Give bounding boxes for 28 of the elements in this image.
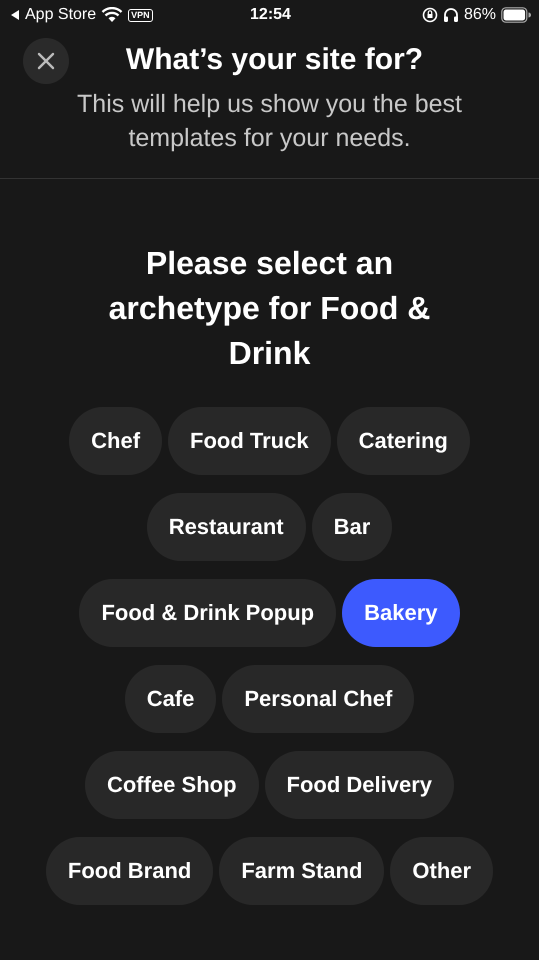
- back-link[interactable]: App Store: [25, 6, 96, 24]
- battery-percentage: 86%: [464, 6, 496, 24]
- archetype-chip[interactable]: Food Truck: [168, 407, 331, 475]
- rotation-lock-icon: [422, 7, 438, 23]
- archetype-chip[interactable]: Bar: [312, 493, 392, 561]
- page-title: What’s your site for?: [126, 42, 424, 78]
- vpn-badge: VPN: [128, 8, 153, 22]
- close-button[interactable]: [23, 38, 69, 84]
- archetype-chip[interactable]: Cafe: [124, 665, 216, 733]
- headphones-icon: [442, 7, 459, 23]
- archetype-chip[interactable]: Catering: [336, 407, 470, 475]
- archetype-chip[interactable]: Chef: [69, 407, 162, 475]
- archetype-chip[interactable]: Bakery: [342, 579, 460, 647]
- archetype-chip[interactable]: Food Delivery: [264, 751, 454, 819]
- close-icon: [37, 52, 55, 70]
- battery-icon: [500, 7, 531, 23]
- archetype-chip[interactable]: Personal Chef: [222, 665, 414, 733]
- archetype-chip[interactable]: Food & Drink Popup: [79, 579, 336, 647]
- clock-time: 12:54: [250, 6, 291, 24]
- archetype-chip[interactable]: Other: [390, 837, 494, 905]
- subtitle-text: This will help us show you the best templates for your needs.: [77, 89, 462, 154]
- wifi-icon: [101, 7, 124, 23]
- archetype-chip[interactable]: Restaurant: [146, 493, 306, 561]
- section-heading: Please select an archetype for Food & Drink: [108, 244, 432, 373]
- archetype-chip[interactable]: Coffee Shop: [84, 751, 259, 819]
- archetype-chip[interactable]: Farm Stand: [219, 837, 384, 905]
- archetype-chip[interactable]: Food Brand: [46, 837, 214, 905]
- back-arrow-icon[interactable]: [10, 9, 20, 21]
